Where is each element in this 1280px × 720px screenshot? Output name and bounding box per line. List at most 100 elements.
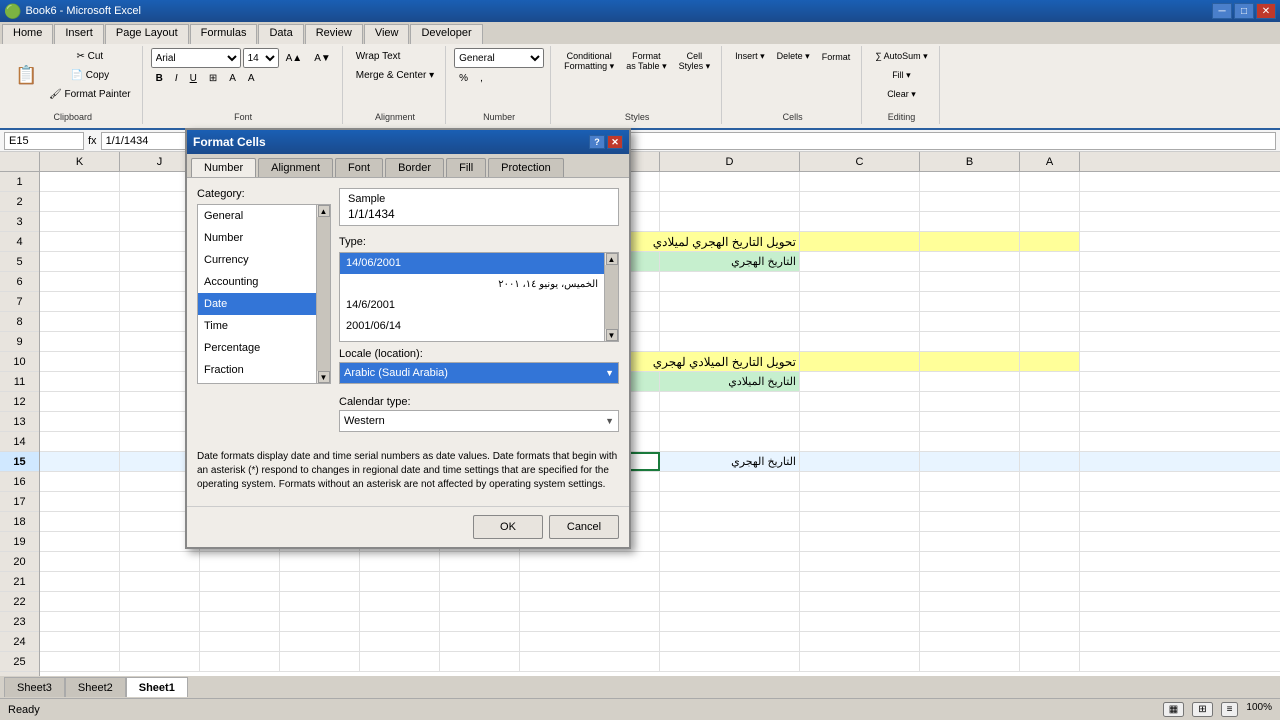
tab-home[interactable]: Home [2, 24, 53, 44]
cell-K1[interactable] [40, 172, 120, 191]
cell-D1[interactable] [660, 172, 800, 191]
cell-K2[interactable] [40, 192, 120, 211]
cell-A3[interactable] [1020, 212, 1080, 231]
cell-B3[interactable] [920, 212, 1020, 231]
dialog-close-button[interactable]: ✕ [607, 135, 623, 149]
category-general[interactable]: General [198, 205, 316, 227]
category-percentage[interactable]: Percentage [198, 337, 316, 359]
cell-B1[interactable] [920, 172, 1020, 191]
insert-button[interactable]: Insert ▾ [730, 48, 770, 65]
sheet-tab-sheet2[interactable]: Sheet2 [65, 677, 126, 697]
col-header-D[interactable]: D [660, 152, 800, 171]
wrap-text-button[interactable]: Wrap Text [351, 48, 406, 65]
cell-A2[interactable] [1020, 192, 1080, 211]
cell-A1[interactable] [1020, 172, 1080, 191]
sheet-tab-sheet1[interactable]: Sheet1 [126, 677, 188, 697]
cell-C4[interactable] [800, 232, 920, 251]
cell-C1[interactable] [800, 172, 920, 191]
cut-button[interactable]: ✂ Cut [44, 48, 136, 65]
cell-D5[interactable]: التاريخ الهجري [660, 252, 800, 271]
tab-font[interactable]: Font [335, 158, 383, 177]
col-header-C[interactable]: C [800, 152, 920, 171]
category-date[interactable]: Date [198, 293, 316, 315]
normal-view-button[interactable]: ▦ [1163, 702, 1184, 717]
category-accounting[interactable]: Accounting [198, 271, 316, 293]
conditional-formatting-button[interactable]: ConditionalFormatting ▾ [559, 48, 619, 75]
col-header-A[interactable]: A [1020, 152, 1080, 171]
type-list[interactable]: 14/06/2001 الخميس، يونيو ١٤، ٢٠٠١ 14/6/2… [339, 252, 605, 342]
autosum-button[interactable]: ∑ AutoSum ▾ [870, 48, 932, 65]
col-header-B[interactable]: B [920, 152, 1020, 171]
ok-button[interactable]: OK [473, 515, 543, 539]
type-item-0[interactable]: 14/06/2001 [340, 253, 604, 274]
category-scrollbar[interactable]: ▲ ▼ [317, 204, 331, 384]
cell-A4[interactable] [1020, 232, 1080, 251]
close-button[interactable]: ✕ [1256, 3, 1276, 19]
page-layout-view-button[interactable]: ⊞ [1192, 702, 1212, 717]
minimize-button[interactable]: ─ [1212, 3, 1232, 19]
fill-button[interactable]: Fill ▾ [870, 67, 932, 84]
tab-page-layout[interactable]: Page Layout [105, 24, 189, 44]
cell-C5[interactable] [800, 252, 920, 271]
type-item-2[interactable]: 14/6/2001 [340, 295, 604, 316]
tab-review[interactable]: Review [305, 24, 363, 44]
number-format-select[interactable]: General [454, 48, 544, 68]
cell-D3[interactable] [660, 212, 800, 231]
font-color-button[interactable]: A [243, 70, 260, 87]
tab-formulas[interactable]: Formulas [190, 24, 258, 44]
merge-center-button[interactable]: Merge & Center ▾ [351, 67, 439, 84]
category-currency[interactable]: Currency [198, 249, 316, 271]
category-time[interactable]: Time [198, 315, 316, 337]
cell-B2[interactable] [920, 192, 1020, 211]
tab-alignment[interactable]: Alignment [258, 158, 333, 177]
type-item-3[interactable]: 2001/06/14 [340, 316, 604, 337]
category-number[interactable]: Number [198, 227, 316, 249]
sheet-tab-sheet3[interactable]: Sheet3 [4, 677, 65, 697]
tab-view[interactable]: View [364, 24, 410, 44]
cell-B5[interactable] [920, 252, 1020, 271]
tab-protection[interactable]: Protection [488, 158, 564, 177]
border-button[interactable]: ⊞ [204, 70, 222, 87]
col-header-K[interactable]: K [40, 152, 120, 171]
dialog-help-button[interactable]: ? [589, 135, 605, 149]
type-item-4[interactable]: ١٢/٦/٢٠٠١ ١:٢٠ م [340, 337, 604, 342]
cell-K4[interactable] [40, 232, 120, 251]
cancel-button[interactable]: Cancel [549, 515, 619, 539]
type-item-1[interactable]: الخميس، يونيو ١٤، ٢٠٠١ [340, 274, 604, 295]
italic-button[interactable]: I [170, 70, 183, 87]
font-family-select[interactable]: Arial [151, 48, 241, 68]
type-scrollbar[interactable]: ▲ ▼ [605, 252, 619, 342]
category-scroll-down[interactable]: ▼ [318, 371, 330, 383]
comma-button[interactable]: , [475, 70, 488, 87]
cell-A5[interactable] [1020, 252, 1080, 271]
cell-B4[interactable] [920, 232, 1020, 251]
cell-K5[interactable] [40, 252, 120, 271]
tab-fill[interactable]: Fill [446, 158, 486, 177]
decrease-font-button[interactable]: A▼ [309, 48, 336, 68]
underline-button[interactable]: U [185, 70, 202, 87]
locale-dropdown[interactable]: Arabic (Saudi Arabia) ▼ [339, 362, 619, 384]
cell-D2[interactable] [660, 192, 800, 211]
cell-K6[interactable] [40, 272, 120, 291]
cell-D15[interactable]: التاريخ الهجري [660, 452, 800, 471]
format-as-table-button[interactable]: Formatas Table ▾ [621, 48, 671, 75]
cell-K3[interactable] [40, 212, 120, 231]
page-break-view-button[interactable]: ≡ [1221, 702, 1239, 717]
cell-D11[interactable]: التاريخ الميلادي [660, 372, 800, 391]
name-box[interactable] [4, 132, 84, 150]
category-scientific[interactable]: Scientific [198, 381, 316, 384]
type-scroll-track[interactable] [605, 265, 618, 329]
clear-button[interactable]: Clear ▾ [870, 86, 932, 103]
delete-button[interactable]: Delete ▾ [772, 48, 815, 65]
category-scroll-track[interactable] [317, 217, 330, 371]
increase-font-button[interactable]: A▲ [281, 48, 308, 68]
type-scroll-down[interactable]: ▼ [606, 329, 618, 341]
paste-button[interactable]: 📋 [10, 56, 42, 96]
copy-button[interactable]: 📄 Copy [44, 67, 136, 84]
cell-C3[interactable] [800, 212, 920, 231]
category-list[interactable]: General Number Currency Accounting Date … [197, 204, 317, 384]
maximize-button[interactable]: □ [1234, 3, 1254, 19]
bold-button[interactable]: B [151, 70, 168, 87]
calendar-dropdown[interactable]: Western ▼ [339, 410, 619, 432]
tab-border[interactable]: Border [385, 158, 444, 177]
